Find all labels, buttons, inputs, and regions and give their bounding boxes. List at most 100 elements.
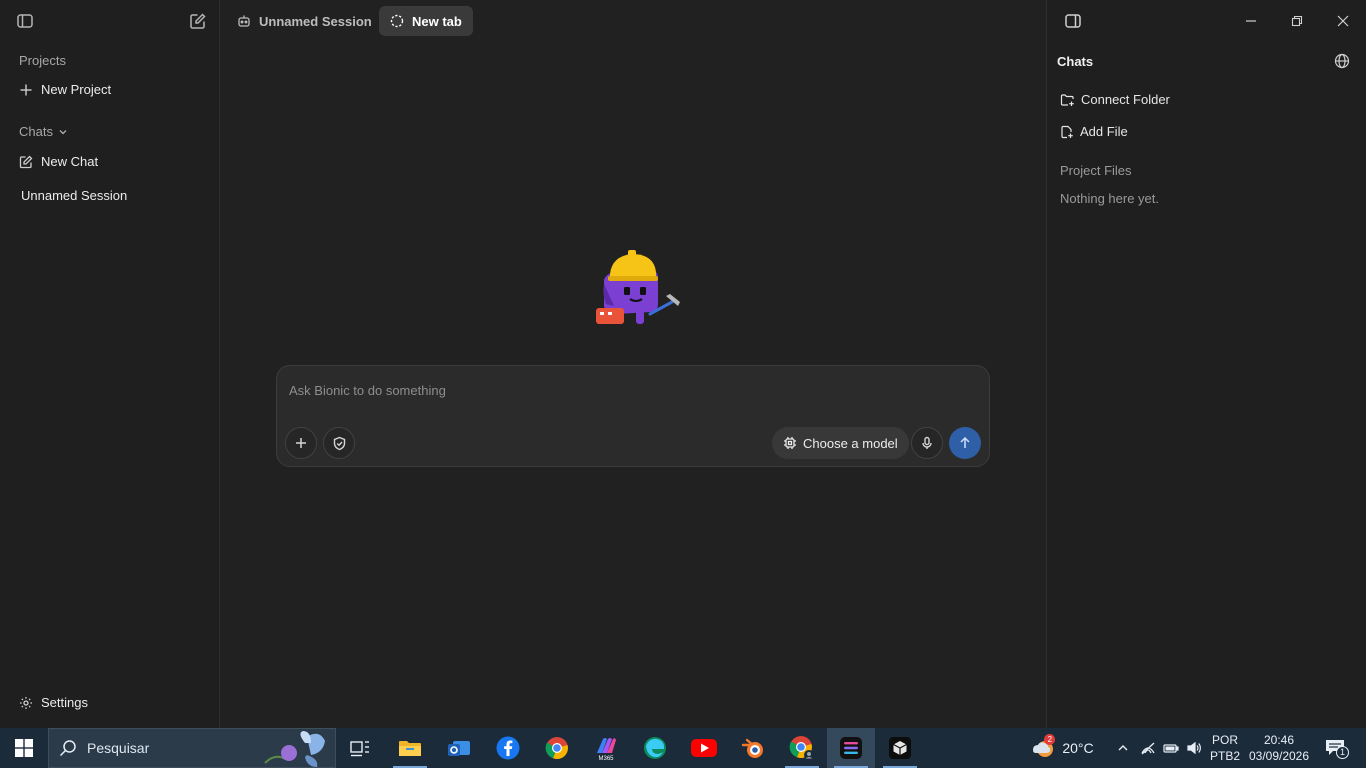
minimize-icon[interactable]: [1240, 10, 1262, 32]
compose-icon[interactable]: [187, 10, 209, 32]
notification-count: 1: [1336, 746, 1349, 759]
new-project-label: New Project: [41, 82, 112, 97]
volume-button[interactable]: [1183, 728, 1205, 768]
microphone-button[interactable]: [911, 427, 943, 459]
projects-section-label: Projects: [19, 53, 66, 68]
keyboard-layout: PTB2: [1209, 749, 1240, 763]
show-hidden-icons-button[interactable]: [1112, 728, 1134, 768]
plus-icon: [20, 84, 32, 95]
windows-logo-icon: [15, 739, 33, 757]
panel-toggle-icon[interactable]: [1062, 10, 1084, 32]
edge-icon: [644, 737, 666, 759]
composer: Choose a model: [276, 365, 990, 467]
taskbar-bionic-app[interactable]: [827, 728, 875, 768]
box-icon: [889, 737, 911, 759]
plus-icon: [296, 438, 306, 448]
clock-date: 03/09/2026: [1248, 749, 1310, 763]
settings-label: Settings: [41, 695, 88, 710]
tab-new-tab[interactable]: New tab: [379, 6, 473, 36]
choose-model-button[interactable]: Choose a model: [772, 427, 909, 459]
connect-folder-button[interactable]: Connect Folder: [1060, 92, 1170, 107]
taskbar-box-app[interactable]: [876, 728, 924, 768]
settings-button[interactable]: Settings: [19, 695, 88, 710]
taskbar-edge[interactable]: [631, 728, 679, 768]
input-language-button[interactable]: POR PTB2: [1206, 728, 1244, 768]
taskbar-blender[interactable]: [729, 728, 777, 768]
mail-icon: [448, 741, 470, 756]
blender-icon: [741, 738, 763, 758]
battery-button[interactable]: [1160, 728, 1182, 768]
add-attachment-button[interactable]: [285, 427, 317, 459]
youtube-icon: [691, 739, 717, 757]
taskbar-file-explorer[interactable]: [386, 728, 434, 768]
panel-title: Chats: [1057, 54, 1094, 69]
restore-icon[interactable]: [1286, 10, 1308, 32]
add-file-button[interactable]: Add File: [1060, 124, 1128, 139]
shield-button[interactable]: [323, 427, 355, 459]
session-item[interactable]: Unnamed Session: [21, 188, 127, 203]
chats-section-toggle[interactable]: Chats: [19, 124, 69, 139]
send-button[interactable]: [949, 427, 981, 459]
add-file-label: Add File: [1080, 124, 1128, 139]
file-plus-icon: [1061, 125, 1073, 138]
taskbar-youtube[interactable]: [680, 728, 728, 768]
new-chat-label: New Chat: [41, 154, 99, 169]
choose-model-label: Choose a model: [803, 435, 898, 451]
wifi-icon: [1141, 742, 1155, 755]
sidebar-toggle-icon[interactable]: [14, 10, 36, 32]
dashed-circle-icon: [390, 14, 404, 28]
speaker-icon: [1187, 741, 1201, 755]
svg-text:M365: M365: [598, 756, 614, 761]
prompt-input[interactable]: [289, 380, 969, 400]
taskbar-mail[interactable]: [435, 728, 483, 768]
taskbar-m365[interactable]: M365: [582, 728, 630, 768]
empty-state-text: Nothing here yet.: [1060, 191, 1160, 206]
start-button[interactable]: [0, 728, 48, 768]
right-panel: Chats Connect Folder Add File Project Fi…: [1046, 0, 1366, 728]
shield-check-icon: [333, 436, 345, 450]
battery-icon: [1163, 744, 1179, 753]
taskbar-chrome-profile[interactable]: [778, 728, 826, 768]
chip-icon: [784, 437, 796, 449]
network-button[interactable]: [1137, 728, 1159, 768]
arrow-up-icon: [960, 436, 970, 448]
edit-icon: [19, 155, 33, 168]
chrome-profile-icon: [789, 736, 814, 760]
notifications-button[interactable]: 1: [1318, 728, 1354, 768]
mascot-illustration: [596, 250, 680, 324]
bot-icon: [238, 15, 250, 27]
left-sidebar: Projects New Project Chats New Chat Unna…: [0, 0, 220, 728]
globe-icon[interactable]: [1331, 50, 1353, 72]
language-code: POR: [1211, 733, 1238, 747]
butterfly-icon: [264, 731, 325, 767]
project-files-label: Project Files: [1060, 163, 1132, 178]
projects-label: Projects: [19, 53, 66, 68]
task-view-icon: [350, 741, 369, 757]
tab-label: Unnamed Session: [259, 13, 372, 29]
folder-plus-icon: [1060, 93, 1074, 106]
new-project-button[interactable]: New Project: [19, 82, 111, 97]
connect-folder-label: Connect Folder: [1081, 92, 1170, 107]
taskbar-facebook[interactable]: [484, 728, 532, 768]
search-icon: [59, 740, 76, 757]
weather-widget[interactable]: 2 20°C: [1026, 728, 1098, 768]
facebook-icon: [496, 736, 520, 760]
search-placeholder: Pesquisar: [87, 740, 150, 756]
m365-icon: M365: [597, 738, 616, 761]
microphone-icon: [922, 436, 932, 449]
windows-taskbar: Pesquisar M365 2 20°C POR PTB2 20:46 03/…: [0, 728, 1366, 768]
close-icon[interactable]: [1332, 10, 1354, 32]
app-window: Projects New Project Chats New Chat Unna…: [0, 0, 1366, 728]
weather-temperature: 20°C: [1062, 740, 1094, 756]
new-chat-button[interactable]: New Chat: [19, 154, 98, 169]
chrome-icon: [545, 737, 568, 760]
task-view-button[interactable]: [336, 728, 384, 768]
clock-button[interactable]: 20:46 03/09/2026: [1246, 728, 1312, 768]
taskbar-chrome[interactable]: [533, 728, 581, 768]
session-item-label: Unnamed Session: [21, 188, 128, 203]
chevron-down-icon: [59, 129, 67, 134]
tab-unnamed-session[interactable]: Unnamed Session: [226, 6, 383, 36]
taskbar-search[interactable]: Pesquisar: [48, 728, 336, 768]
bionic-app-icon: [840, 737, 862, 759]
chats-label: Chats: [19, 124, 53, 139]
